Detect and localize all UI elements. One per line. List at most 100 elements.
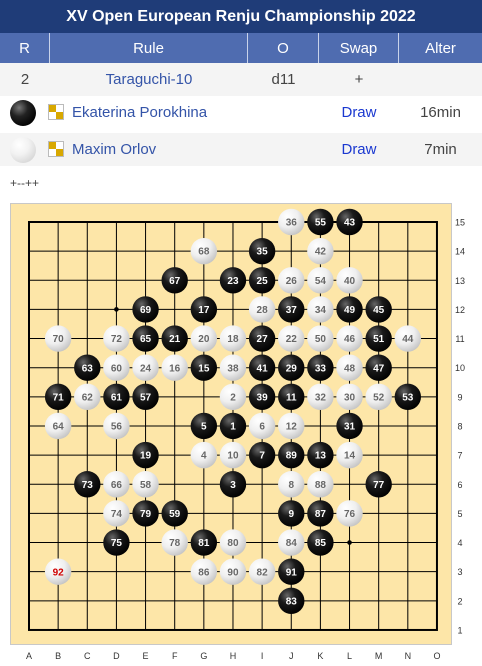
board-svg[interactable]: A B C D E F G H I J K L M N O1514131211109876543211234… bbox=[0, 0, 482, 666]
move-number: 60 bbox=[111, 363, 123, 374]
move-number: 55 bbox=[315, 218, 327, 229]
move-number: 31 bbox=[344, 422, 356, 433]
move-number: 49 bbox=[344, 305, 356, 316]
move-number: 1 bbox=[230, 422, 236, 433]
row-label: 13 bbox=[455, 276, 465, 286]
row-label: 9 bbox=[457, 392, 462, 402]
move-number: 66 bbox=[111, 480, 123, 491]
row-label: 5 bbox=[457, 509, 462, 519]
column-label: J bbox=[289, 651, 294, 661]
move-number: 56 bbox=[111, 422, 123, 433]
move-number: 24 bbox=[140, 363, 152, 374]
move-number: 85 bbox=[315, 538, 327, 549]
move-number: 10 bbox=[227, 451, 239, 462]
move-number: 77 bbox=[373, 480, 385, 491]
move-number: 11 bbox=[286, 392, 297, 403]
move-number: 19 bbox=[140, 451, 152, 462]
move-number: 23 bbox=[227, 276, 239, 287]
move-number: 63 bbox=[82, 363, 94, 374]
move-number: 89 bbox=[286, 451, 298, 462]
column-label: H bbox=[230, 651, 237, 661]
move-number: 57 bbox=[140, 392, 152, 403]
move-number: 84 bbox=[286, 538, 298, 549]
move-number: 25 bbox=[257, 276, 269, 287]
move-number: 87 bbox=[315, 509, 327, 520]
move-number: 90 bbox=[227, 567, 239, 578]
column-label: O bbox=[433, 651, 440, 661]
move-number: 36 bbox=[286, 218, 298, 229]
row-label: 15 bbox=[455, 218, 465, 228]
row-label: 11 bbox=[455, 334, 464, 344]
move-number: 50 bbox=[315, 334, 327, 345]
move-number: 72 bbox=[111, 334, 123, 345]
move-number: 82 bbox=[257, 567, 269, 578]
move-number: 92 bbox=[53, 567, 65, 578]
move-number: 43 bbox=[344, 218, 356, 229]
move-number: 35 bbox=[257, 247, 269, 258]
column-label: M bbox=[375, 651, 383, 661]
move-number: 12 bbox=[286, 422, 298, 433]
star-point bbox=[347, 540, 352, 545]
move-number: 2 bbox=[230, 392, 236, 403]
move-number: 8 bbox=[288, 480, 294, 491]
move-number: 34 bbox=[315, 305, 327, 316]
move-number: 78 bbox=[169, 538, 181, 549]
move-number: 21 bbox=[169, 334, 181, 345]
move-number: 9 bbox=[288, 509, 294, 520]
move-number: 91 bbox=[286, 567, 298, 578]
move-number: 83 bbox=[286, 596, 298, 607]
move-number: 79 bbox=[140, 509, 152, 520]
star-point bbox=[114, 307, 119, 312]
move-number: 74 bbox=[111, 509, 123, 520]
move-number: 26 bbox=[286, 276, 298, 287]
move-number: 53 bbox=[402, 392, 414, 403]
move-number: 39 bbox=[257, 392, 269, 403]
move-number: 6 bbox=[259, 422, 265, 433]
move-number: 64 bbox=[53, 422, 65, 433]
move-number: 80 bbox=[227, 538, 239, 549]
move-number: 81 bbox=[198, 538, 210, 549]
move-number: 20 bbox=[198, 334, 210, 345]
move-number: 30 bbox=[344, 392, 356, 403]
move-number: 41 bbox=[257, 363, 269, 374]
row-label: 1 bbox=[457, 625, 462, 635]
row-label: 4 bbox=[457, 538, 462, 548]
move-number: 46 bbox=[344, 334, 356, 345]
move-number: 71 bbox=[53, 392, 65, 403]
move-number: 67 bbox=[169, 276, 181, 287]
row-label: 14 bbox=[455, 247, 465, 257]
move-number: 47 bbox=[373, 363, 385, 374]
row-label: 10 bbox=[455, 363, 465, 373]
move-number: 65 bbox=[140, 334, 152, 345]
move-number: 14 bbox=[344, 451, 356, 462]
move-number: 52 bbox=[373, 392, 385, 403]
row-label: 8 bbox=[457, 421, 462, 431]
move-number: 59 bbox=[169, 509, 181, 520]
column-label: B bbox=[55, 651, 61, 661]
move-number: 15 bbox=[198, 363, 210, 374]
move-number: 4 bbox=[201, 451, 207, 462]
move-number: 13 bbox=[315, 451, 327, 462]
move-number: 54 bbox=[315, 276, 327, 287]
move-number: 75 bbox=[111, 538, 123, 549]
move-number: 88 bbox=[315, 480, 327, 491]
column-label: F bbox=[172, 651, 178, 661]
column-label: N bbox=[405, 651, 412, 661]
move-number: 38 bbox=[227, 363, 239, 374]
move-number: 40 bbox=[344, 276, 356, 287]
column-label: A bbox=[26, 651, 32, 661]
move-number: 76 bbox=[344, 509, 356, 520]
move-number: 3 bbox=[230, 480, 236, 491]
move-number: 44 bbox=[402, 334, 414, 345]
move-number: 62 bbox=[82, 392, 94, 403]
column-label: G bbox=[200, 651, 207, 661]
column-label: C bbox=[84, 651, 91, 661]
move-number: 58 bbox=[140, 480, 152, 491]
move-number: 42 bbox=[315, 247, 327, 258]
move-number: 37 bbox=[286, 305, 298, 316]
move-number: 22 bbox=[286, 334, 298, 345]
move-number: 27 bbox=[257, 334, 269, 345]
move-number: 61 bbox=[111, 392, 123, 403]
column-label: K bbox=[317, 651, 323, 661]
row-label: 12 bbox=[455, 305, 465, 315]
